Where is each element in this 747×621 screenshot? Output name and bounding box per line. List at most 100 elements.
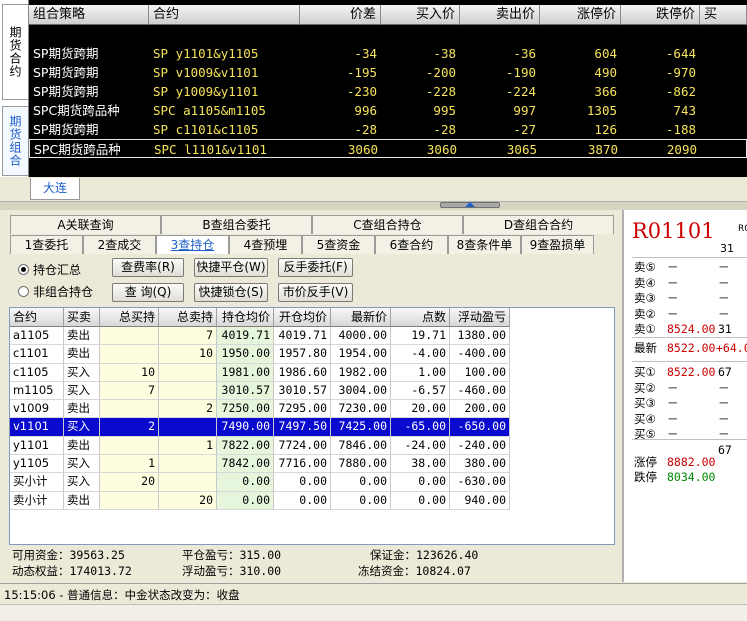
price[interactable]: － — [667, 412, 679, 427]
cell-spread: -28 — [354, 122, 377, 137]
tab-futures-combos[interactable]: 期货组合 — [2, 106, 28, 176]
tab-combo-contracts[interactable]: D查组合合约 — [463, 215, 614, 234]
quick-lock-button[interactable]: 快捷锁仓(S) — [194, 283, 268, 302]
table-row-selected[interactable]: v1101 买入 2 7490.00 7497.50 7425.00 -65.00 -650.… — [10, 418, 614, 437]
price[interactable]: 8524.00 — [667, 322, 715, 337]
fee-rate-button[interactable]: 查费率(R) — [112, 258, 184, 277]
col-total-short[interactable]: 总卖持 — [159, 308, 217, 327]
table-row[interactable]: SP期货跨期 SP y1009&y1101 -230 -228 -224 366… — [29, 82, 747, 101]
table-row[interactable]: a1105 卖出 7 4019.71 4019.71 4000.00 19.71 1380.0… — [10, 327, 614, 346]
tab-trades[interactable]: 2查成交 — [83, 235, 156, 254]
tab-related-query[interactable]: A关联查询 — [10, 215, 161, 234]
price[interactable]: － — [667, 381, 679, 396]
tab-exchange-dalian[interactable]: 大连 — [30, 178, 80, 200]
price[interactable]: － — [667, 260, 679, 275]
ask-level-5[interactable]: 卖① 8524.00 31 — [634, 322, 747, 337]
label: 买④ — [634, 411, 656, 426]
bid-level-1[interactable]: 买① 8522.00 67 — [634, 365, 747, 380]
cell-pnl: 200.00 — [450, 400, 510, 419]
label: 买② — [634, 380, 656, 395]
tab-orders[interactable]: 1查委托 — [10, 235, 83, 254]
bid-level-2[interactable]: 买② － － — [634, 381, 747, 396]
quote-symbol[interactable]: R01101 — [632, 219, 715, 243]
tab-preorders[interactable]: 4查预埋 — [229, 235, 302, 254]
table-row[interactable]: SPC期货跨品种 SPC a1105&m1105 996 995 997 130… — [29, 101, 747, 120]
tab-conditional-orders[interactable]: 8查条件单 — [448, 235, 521, 254]
last-price[interactable]: 8522.00 — [667, 341, 715, 356]
price[interactable]: － — [667, 307, 679, 322]
table-row[interactable]: c1105 买入 10 1981.00 1986.60 1982.00 1.00 100.00 — [10, 363, 614, 382]
tab-contracts[interactable]: 6查合约 — [375, 235, 448, 254]
tab-positions[interactable]: 3查持仓 — [156, 235, 229, 254]
cell-sell: 7 — [159, 327, 217, 346]
table-row[interactable]: v1009 卖出 2 7250.00 7295.00 7230.00 20.00 200.00 — [10, 400, 614, 419]
tab-combo-positions[interactable]: C查组合持仓 — [312, 215, 463, 234]
cell-ask: -36 — [513, 46, 536, 61]
price[interactable]: － — [667, 291, 679, 306]
table-row[interactable]: SP期货跨期 SP c1101&c1105 -28 -28 -27 126 -1… — [29, 120, 747, 139]
col-hold-avg[interactable]: 持仓均价 — [217, 308, 274, 327]
radio-label: 非组合持仓 — [33, 284, 94, 299]
tab-funds[interactable]: 5查资金 — [302, 235, 375, 254]
ask-level-4[interactable]: 卖② － － — [634, 307, 747, 322]
label: 卖④ — [634, 275, 656, 290]
panel-splitter[interactable] — [0, 202, 747, 210]
col-strategy[interactable]: 组合策略 — [29, 5, 149, 25]
table-row[interactable]: c1101 卖出 10 1950.00 1957.80 1954.00 -4.00 -400.… — [10, 345, 614, 364]
col-bid[interactable]: 买入价 — [381, 5, 460, 25]
col-side[interactable]: 买卖 — [64, 308, 100, 327]
table-row-selected[interactable]: SPC期货跨品种 SPC l1101&v1101 3060 3060 3065 … — [29, 139, 747, 158]
col-open-avg[interactable]: 开仓均价 — [274, 308, 331, 327]
col-total-long[interactable]: 总买持 — [100, 308, 159, 327]
col-floating-pnl[interactable]: 浮动盈亏 — [450, 308, 510, 327]
tab-profit-loss-orders[interactable]: 9查盈损单 — [521, 235, 594, 254]
market-reverse-button[interactable]: 市价反手(V) — [278, 283, 353, 302]
query-tab-row-top: A关联查询 B查组合委托 C查组合持仓 D查组合合约 — [10, 215, 614, 234]
price[interactable]: － — [667, 396, 679, 411]
tab-futures-contracts[interactable]: 期货合约 — [2, 4, 28, 100]
col-more[interactable]: 买 — [700, 5, 747, 25]
query-button[interactable]: 查 询(Q) — [112, 283, 184, 302]
table-row[interactable]: y1105 买入 1 7842.00 7716.00 7880.00 38.00 380.00 — [10, 455, 614, 474]
col-contract[interactable]: 合约 — [149, 5, 300, 25]
tab-combo-orders[interactable]: B查组合委托 — [161, 215, 312, 234]
bid-level-3[interactable]: 买③ － － — [634, 396, 747, 411]
cell-open-avg: 3010.57 — [274, 381, 331, 401]
cell-strategy: SP期货跨期 — [33, 84, 99, 99]
table-row[interactable]: m1105 买入 7 3010.57 3010.57 3004.00 -6.57 -460.0… — [10, 381, 614, 401]
col-last-price[interactable]: 最新价 — [331, 308, 391, 327]
ask-level-1[interactable]: 卖⑤ － － — [634, 260, 747, 275]
trading-panel: A关联查询 B查组合委托 C查组合持仓 D查组合合约 1查委托 2查成交 3查持… — [0, 210, 622, 582]
table-row[interactable]: SP期货跨期 SP v1009&v1101 -195 -200 -190 490… — [29, 63, 747, 82]
col-limit-down[interactable]: 跌停价 — [621, 5, 700, 25]
table-row[interactable]: 买小计 买入 20 0.00 0.00 0.00 0.00 -630.00 — [10, 473, 614, 492]
cell-contract: v1101 — [10, 418, 64, 437]
cell-open-avg: 1957.80 — [274, 345, 331, 364]
cell-points: -24.00 — [391, 436, 450, 456]
quick-close-button[interactable]: 快捷平仓(W) — [194, 258, 268, 277]
col-ask[interactable]: 卖出价 — [460, 5, 540, 25]
cell-contract: y1101 — [10, 436, 64, 456]
price[interactable]: 8522.00 — [667, 365, 715, 380]
cell-limit-up: 490 — [594, 65, 617, 80]
col-spread[interactable]: 价差 — [300, 5, 381, 25]
bid-level-4[interactable]: 买④ － － — [634, 412, 747, 427]
table-row[interactable]: 卖小计 卖出 20 0.00 0.00 0.00 0.00 940.00 — [10, 491, 614, 510]
col-contract[interactable]: 合约 — [10, 308, 64, 327]
ask-level-3[interactable]: 卖③ － － — [634, 291, 747, 306]
limit-up-price[interactable]: 8882.00 — [667, 455, 715, 470]
limit-down-price[interactable]: 8034.00 — [667, 470, 715, 485]
table-row[interactable]: y1101 卖出 1 7822.00 7724.00 7846.00 -24.00 -240.… — [10, 436, 614, 456]
radio-dot-on[interactable] — [18, 263, 29, 275]
cell-spread: 996 — [354, 103, 377, 118]
splitter-collapse-handle[interactable] — [440, 202, 500, 208]
reverse-order-button[interactable]: 反手委托(F) — [278, 258, 353, 277]
radio-dot-off[interactable] — [18, 285, 29, 297]
cell-limit-down: 2090 — [666, 142, 697, 157]
combo-market-panel: 期货合约 期货组合 组合策略 合约 价差 买入价 卖出价 涨停价 跌停价 买 S… — [0, 0, 747, 177]
col-points[interactable]: 点数 — [391, 308, 450, 327]
price[interactable]: － — [667, 276, 679, 291]
ask-level-2[interactable]: 卖④ － － — [634, 276, 747, 291]
table-row[interactable]: SP期货跨期 SP y1101&y1105 -34 -38 -36 604 -6… — [29, 44, 747, 63]
col-limit-up[interactable]: 涨停价 — [540, 5, 621, 25]
